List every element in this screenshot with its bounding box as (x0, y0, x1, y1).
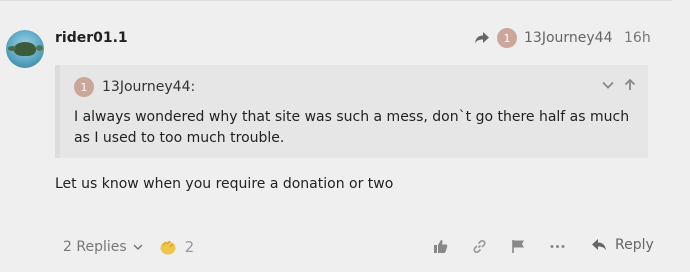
share-arrow-icon (475, 32, 489, 44)
quote-block: 1 13Journey44: I always wondered why tha… (55, 65, 648, 158)
post-time[interactable]: 16h (624, 30, 651, 46)
reply-icon (592, 239, 606, 251)
post-actions: 2 Replies 2 Reply (55, 235, 655, 259)
reply-to-user: 13Journey44 (524, 30, 613, 46)
post-body: Let us know when you require a donation … (55, 176, 394, 192)
chevron-down-icon[interactable] (602, 79, 614, 91)
reply-to-badge: 1 (497, 28, 517, 48)
replies-toggle[interactable]: 2 Replies (63, 239, 143, 255)
flag-icon[interactable] (511, 239, 526, 254)
username[interactable]: rider01.1 (55, 30, 128, 46)
quote-badge: 1 (74, 77, 94, 97)
post-controls (433, 239, 565, 254)
link-icon[interactable] (472, 239, 487, 254)
quote-header: 1 13Journey44: (74, 77, 195, 97)
avatar[interactable] (6, 30, 44, 68)
chevron-down-icon (133, 244, 143, 251)
more-icon[interactable] (550, 239, 565, 254)
reaction-summary[interactable]: 2 (159, 238, 195, 256)
turtle-avatar-icon (8, 42, 43, 56)
reaction-count: 2 (184, 238, 195, 256)
quote-text: I always wondered why that site was such… (74, 109, 630, 146)
clap-icon (160, 240, 176, 255)
top-divider (0, 0, 672, 1)
reply-button[interactable]: Reply (591, 237, 654, 253)
replies-label: 2 Replies (63, 239, 127, 255)
reply-label: Reply (615, 237, 654, 253)
arrow-up-icon[interactable] (624, 79, 636, 91)
like-icon[interactable] (433, 239, 448, 254)
quote-author: 13Journey44: (102, 79, 196, 95)
reply-to-link[interactable]: 1 13Journey44 (474, 28, 612, 48)
quote-controls (602, 79, 636, 91)
